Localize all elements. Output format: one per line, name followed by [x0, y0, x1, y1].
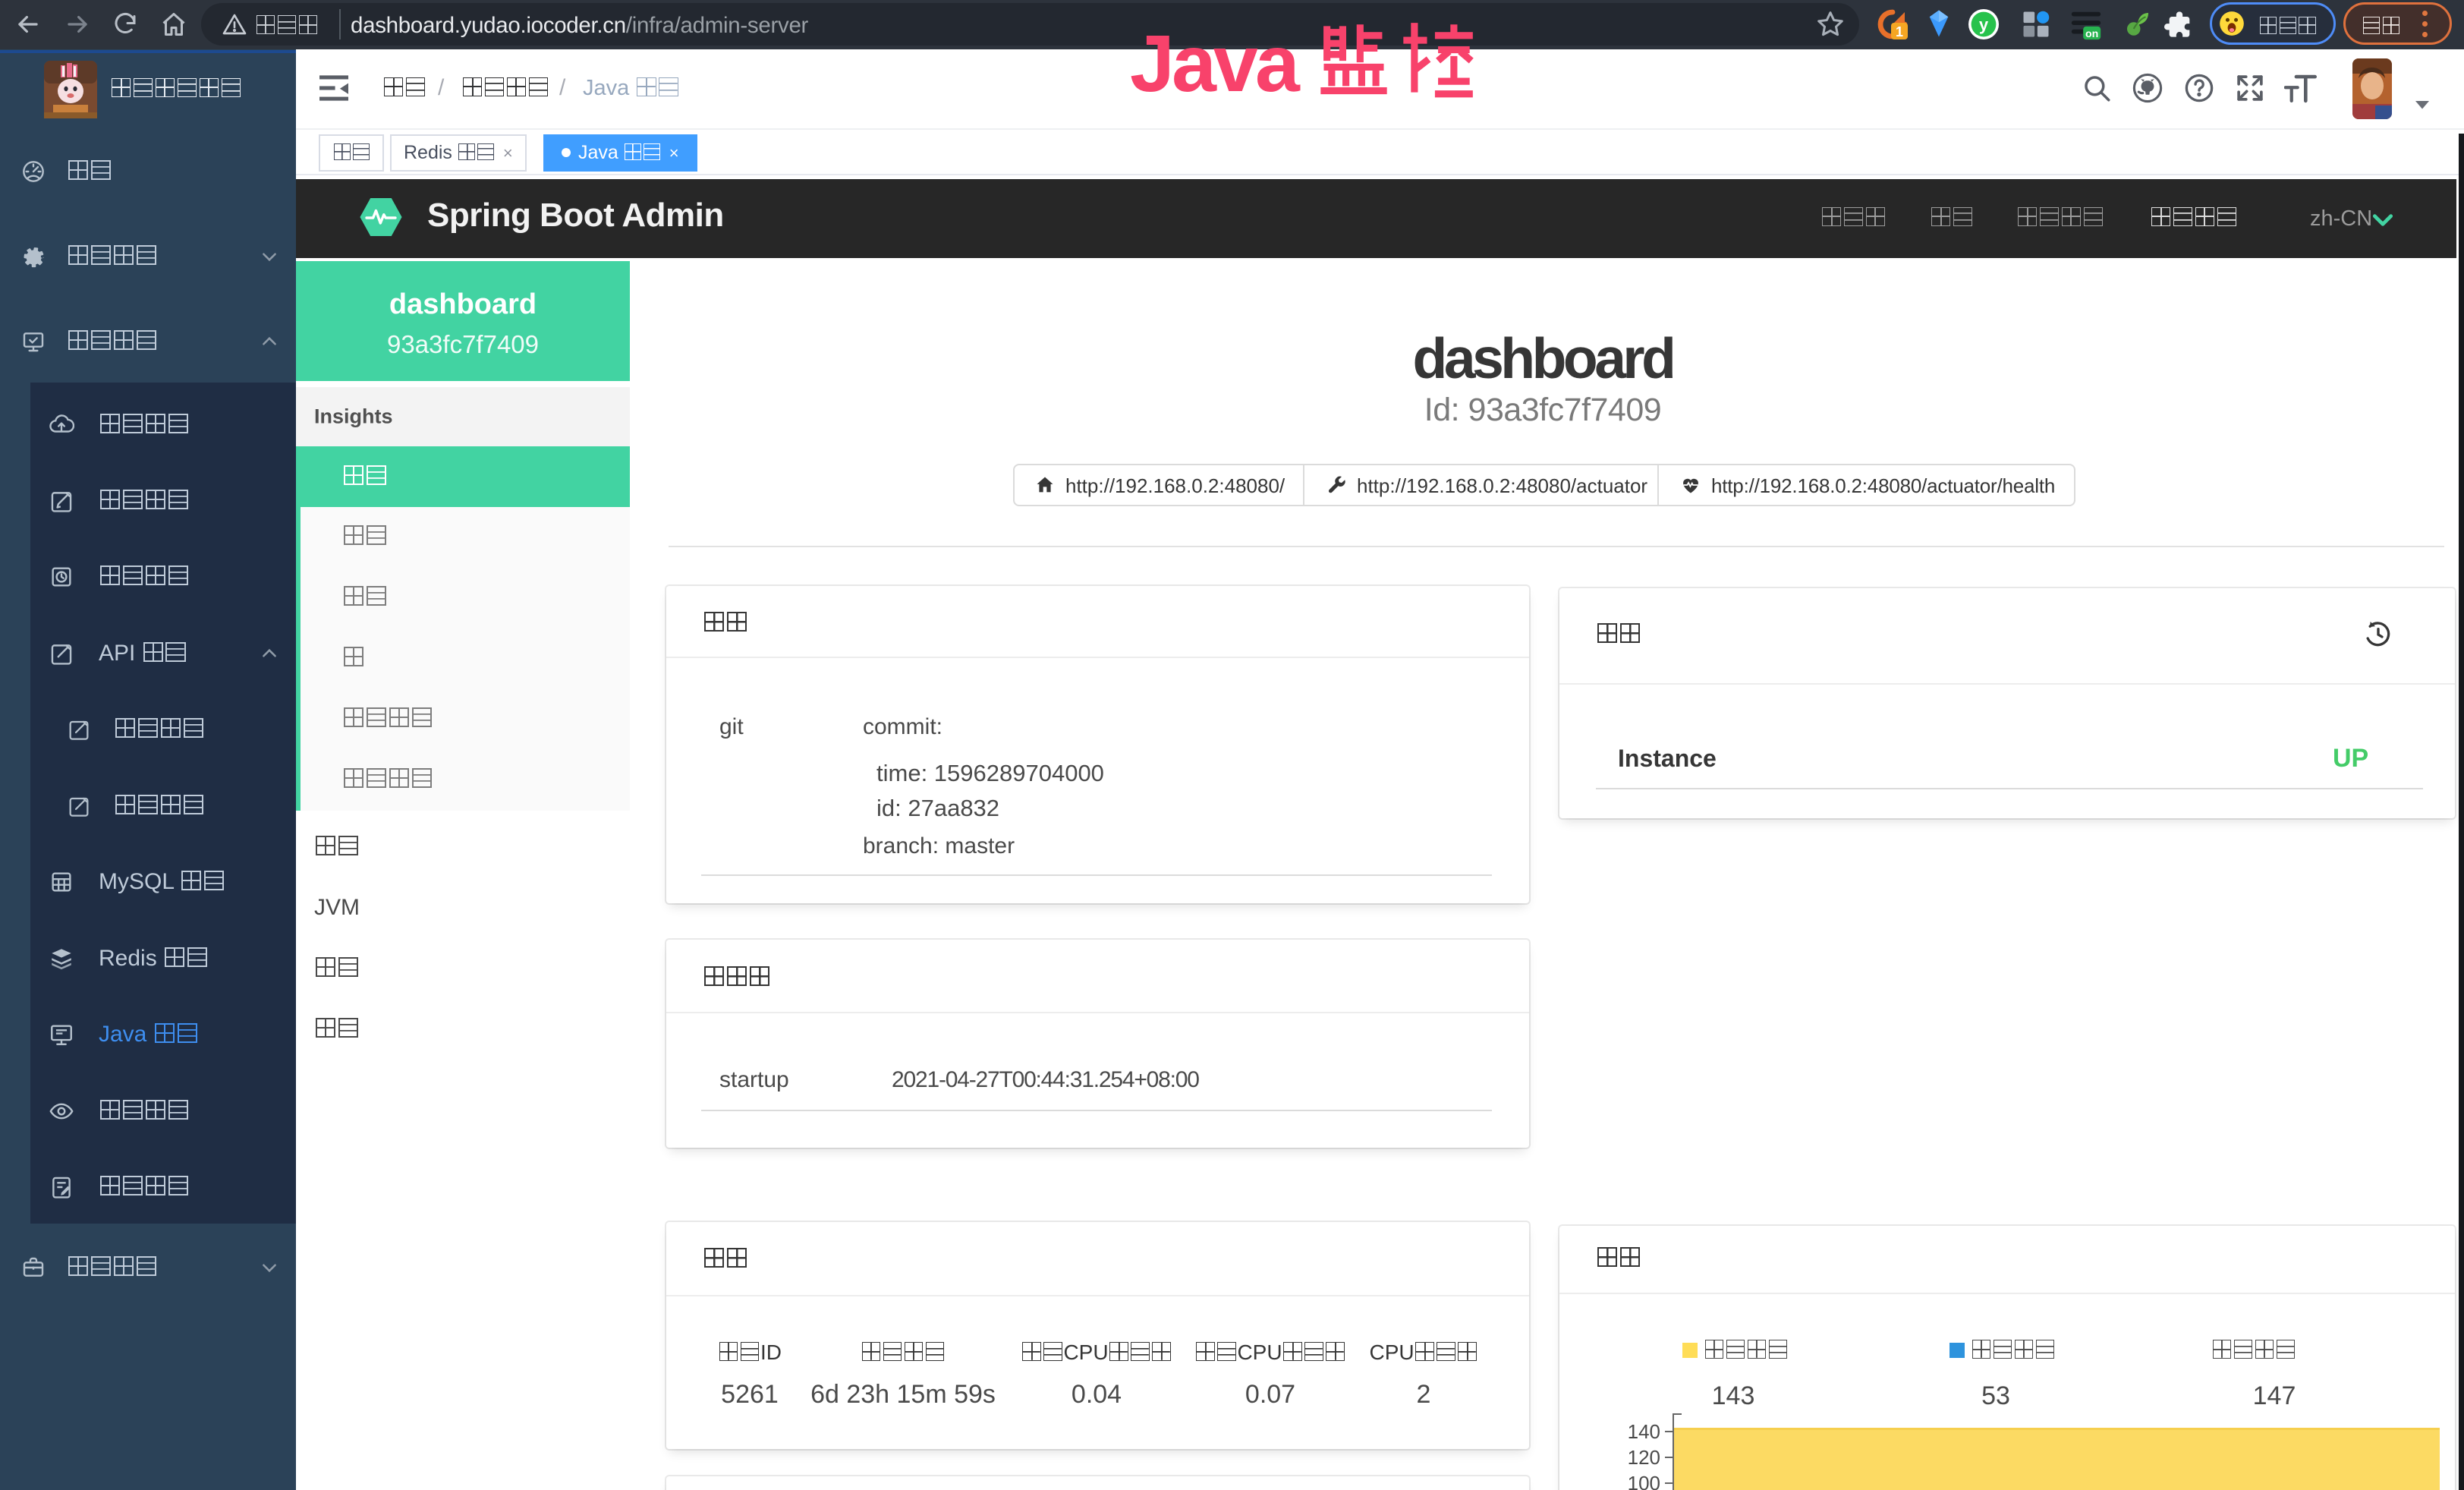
svg-text:y: y	[1979, 15, 1989, 34]
svg-text:1: 1	[1896, 24, 1903, 39]
svg-text:on: on	[2085, 28, 2098, 40]
